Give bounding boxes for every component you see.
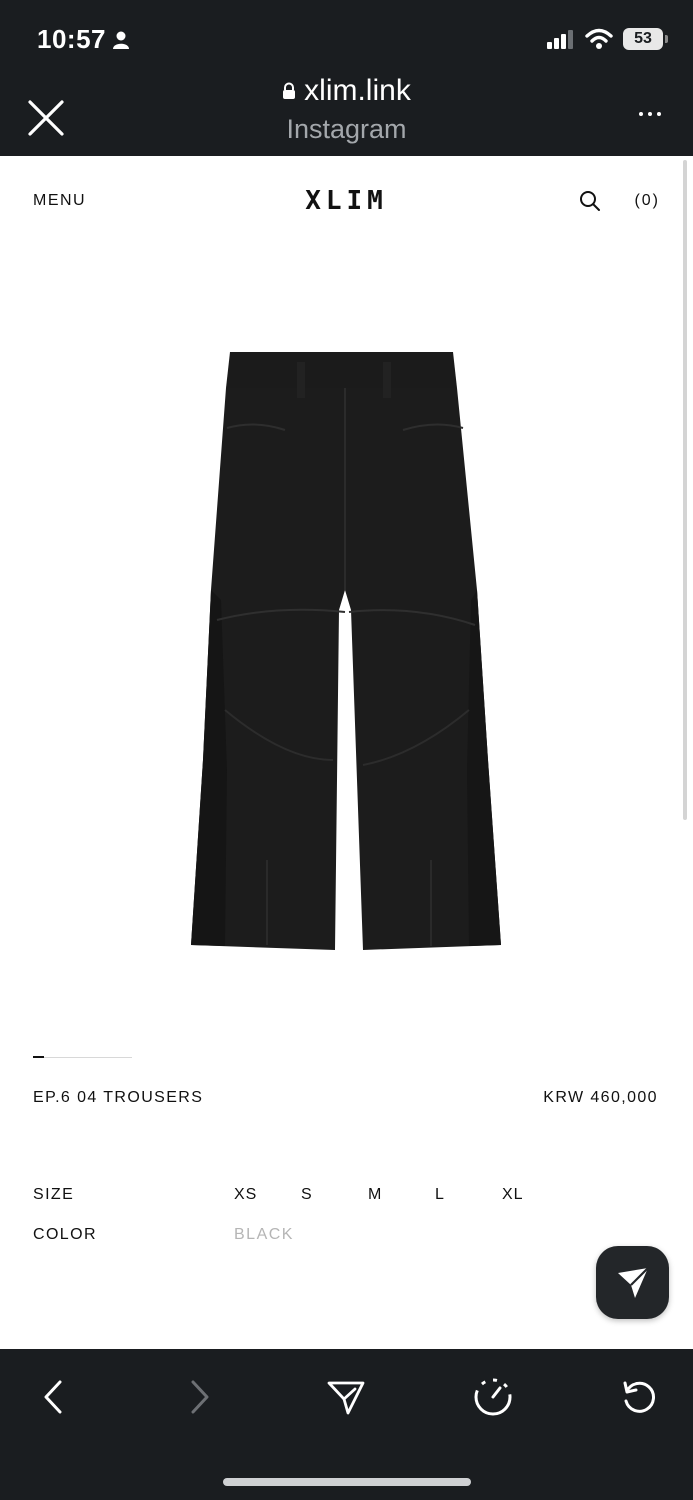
product-image[interactable]: [185, 340, 510, 960]
search-icon: [580, 191, 600, 211]
size-option-s[interactable]: S: [301, 1186, 313, 1204]
battery-level: 53: [634, 30, 652, 47]
size-option-m[interactable]: M: [368, 1186, 382, 1204]
status-time: 10:57: [37, 24, 130, 55]
cart-link[interactable]: (0): [634, 192, 660, 210]
forward-button[interactable]: [176, 1373, 224, 1421]
page-scrollbar[interactable]: [683, 160, 687, 820]
person-icon: [113, 31, 129, 49]
gallery-active-marker: [33, 1056, 44, 1058]
browser-top-bar: 10:57 53 xlim.link Instagram: [0, 0, 693, 156]
url-text: xlim.link: [304, 74, 411, 107]
color-label: COLOR: [33, 1226, 97, 1243]
trousers-illustration: [191, 352, 501, 950]
more-options-button[interactable]: [639, 112, 661, 116]
reload-icon: [623, 1381, 655, 1413]
reload-button[interactable]: [615, 1373, 663, 1421]
cellular-signal-icon: [547, 30, 573, 49]
forward-icon: [191, 1380, 209, 1414]
size-option-xs[interactable]: XS: [234, 1186, 257, 1204]
url-display[interactable]: xlim.link: [282, 74, 411, 108]
site-header: MENU XLIM (0): [0, 156, 693, 246]
size-option-xl[interactable]: XL: [502, 1186, 524, 1204]
share-link-button[interactable]: [322, 1373, 370, 1421]
more-icon: [639, 112, 643, 116]
time-text: 10:57: [37, 24, 106, 54]
back-button[interactable]: [29, 1373, 77, 1421]
product-price: KRW 460,000: [543, 1089, 658, 1106]
speedometer-icon: [474, 1378, 512, 1416]
home-indicator[interactable]: [223, 1478, 471, 1486]
gallery-progress[interactable]: [33, 1056, 132, 1058]
size-label: SIZE: [33, 1186, 75, 1203]
search-button[interactable]: [579, 190, 601, 217]
size-option-l[interactable]: L: [435, 1186, 445, 1204]
send-icon: [617, 1266, 649, 1298]
color-option-black[interactable]: BLACK: [234, 1226, 294, 1244]
battery-indicator: 53: [623, 28, 668, 50]
status-indicators: 53: [547, 28, 668, 50]
lock-icon: [283, 82, 296, 99]
address-area: xlim.link Instagram: [0, 74, 693, 145]
product-name: EP.6 04 TROUSERS: [33, 1089, 204, 1106]
share-button[interactable]: [596, 1246, 669, 1319]
back-icon: [44, 1380, 62, 1414]
source-app-label: Instagram: [286, 114, 407, 144]
speed-button[interactable]: [469, 1373, 517, 1421]
wifi-icon: [585, 28, 613, 49]
send-icon: [327, 1381, 365, 1415]
